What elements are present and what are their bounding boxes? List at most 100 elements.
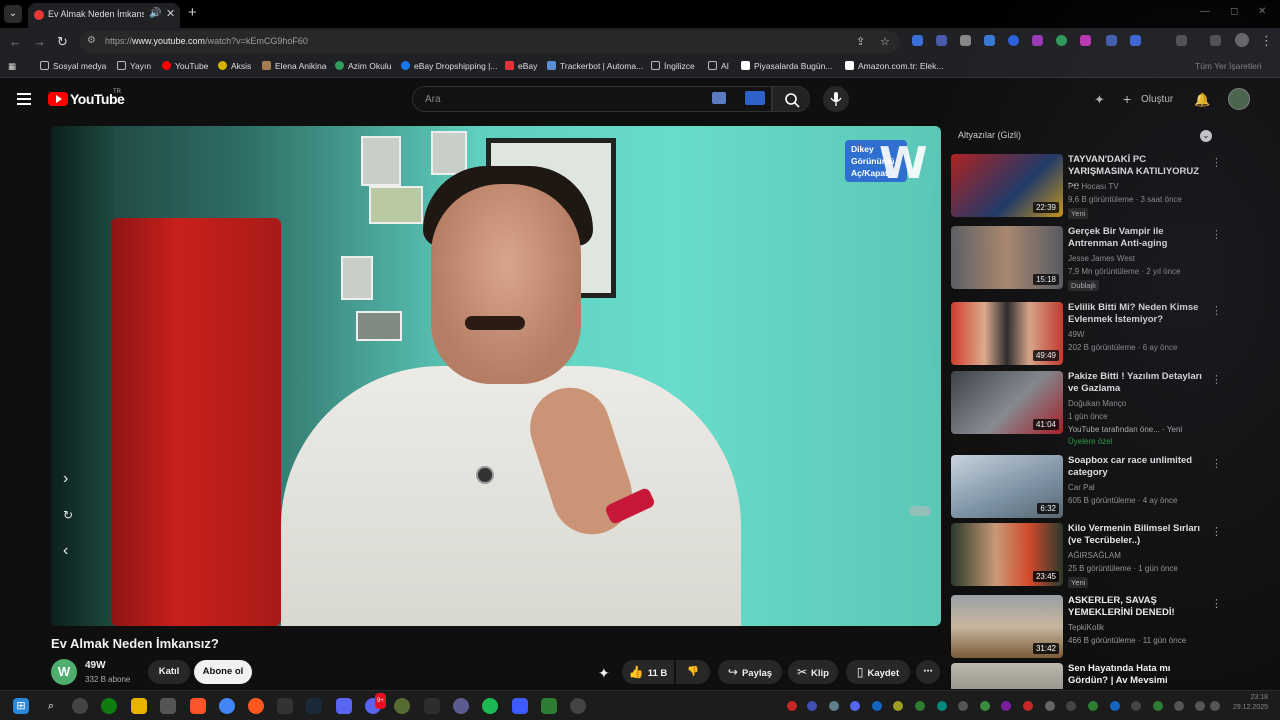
tab-active[interactable]: Ev Almak Neden İmkansız? 🔊 ✕	[28, 3, 180, 28]
app-icon[interactable]	[336, 698, 352, 714]
channel-name[interactable]: TepkiKolik	[1068, 623, 1104, 632]
file-explorer-icon[interactable]	[131, 698, 147, 714]
video-title[interactable]: Kilo Vermenin Bilimsel Sırları (ve Tecrü…	[1068, 523, 1203, 547]
app-icon[interactable]	[453, 698, 469, 714]
app-icon[interactable]	[512, 698, 528, 714]
more-options-icon[interactable]: ⋮	[1211, 304, 1222, 317]
close-window-button[interactable]: ✕	[1258, 6, 1266, 17]
extension-icon[interactable]	[984, 35, 995, 46]
sidebar-item[interactable]: 22:39 TAYVAN'DAKİ PC YARIŞMASINA KATILIY…	[951, 154, 1222, 222]
video-thumbnail[interactable]: 6:32	[951, 455, 1063, 518]
tray-icon[interactable]	[872, 701, 882, 711]
bookmark-item[interactable]: Piyasalarda Bugün...	[741, 61, 832, 71]
forward-arrow-icon[interactable]: →	[33, 34, 46, 49]
maximize-button[interactable]: ◻	[1230, 6, 1238, 17]
chevron-down-icon[interactable]: ⌄	[1200, 130, 1212, 142]
app-icon[interactable]	[541, 698, 557, 714]
bookmark-item[interactable]: Aksis	[218, 61, 251, 71]
discord-icon[interactable]: 9+	[365, 693, 386, 714]
toggle-switch[interactable]	[909, 506, 931, 516]
account-avatar[interactable]	[1228, 88, 1250, 110]
tray-icon[interactable]	[807, 701, 817, 711]
reading-list-icon[interactable]	[1210, 35, 1221, 46]
sidebar-item[interactable]: Sen Hayatında Hata mı Gördün? | Av Mevsi…	[951, 663, 1201, 689]
tab-search-button[interactable]: ⌄	[4, 5, 22, 23]
sidebar-item[interactable]: 31:42 ASKERLER, SAVAŞ YEMEKLERİNİ DENEDİ…	[951, 595, 1222, 663]
video-thumbnail[interactable]: 49:49	[951, 302, 1063, 365]
channel-name[interactable]: 49W	[1068, 330, 1084, 339]
save-button[interactable]: ▯ Kaydet	[846, 660, 910, 684]
replay-icon[interactable]: ↻	[63, 508, 73, 522]
chrome-icon[interactable]	[219, 698, 235, 714]
extension-icon[interactable]	[1056, 35, 1067, 46]
url-text[interactable]: https://www.youtube.com/watch?v=kEmCG9ho…	[105, 36, 308, 46]
video-title[interactable]: Sen Hayatında Hata mı Gördün? | Av Mevsi…	[1068, 663, 1201, 687]
app-icon[interactable]	[72, 698, 88, 714]
next-chevron-icon[interactable]: ›	[63, 470, 68, 488]
tray-icon[interactable]	[829, 701, 839, 711]
channel-name[interactable]: Jesse James West	[1068, 254, 1135, 263]
new-tab-button[interactable]: +	[188, 4, 197, 21]
extension-icon[interactable]	[1080, 35, 1091, 46]
reload-icon[interactable]: ↻	[57, 34, 68, 50]
extension-icon[interactable]	[960, 35, 971, 46]
translate-extension-icon[interactable]	[912, 35, 923, 46]
video-title[interactable]: Evlilik Bitti Mi? Neden Kimse Evlenmek İ…	[1068, 302, 1203, 326]
more-options-icon[interactable]: ⋮	[1211, 156, 1222, 169]
steam-icon[interactable]	[306, 698, 322, 714]
extensions-puzzle-icon[interactable]	[1176, 35, 1187, 46]
profile-avatar[interactable]	[1235, 33, 1249, 47]
extension-icon[interactable]: ✦	[598, 665, 610, 682]
bookmark-item[interactable]: Yayın	[117, 61, 151, 71]
join-button[interactable]: Katıl	[148, 660, 190, 684]
tray-icon[interactable]	[937, 701, 947, 711]
extension-icon[interactable]	[1008, 35, 1019, 46]
system-clock[interactable]: 23:18 29.12.2025	[1226, 693, 1268, 713]
menu-kebab-icon[interactable]: ⋮	[1260, 33, 1273, 49]
channel-name[interactable]: Doğukan Manço	[1068, 399, 1126, 408]
channel-name[interactable]: AĞIRSAĞLAM	[1068, 551, 1121, 560]
tray-icon[interactable]	[893, 701, 903, 711]
share-button[interactable]: ↪ Paylaş	[718, 660, 782, 684]
app-icon[interactable]	[394, 698, 410, 714]
tray-icon[interactable]	[980, 701, 990, 711]
tray-icon[interactable]	[1001, 701, 1011, 711]
tray-icon[interactable]	[1131, 701, 1141, 711]
video-title[interactable]: Soapbox car race unlimited category	[1068, 455, 1203, 479]
bookmark-item[interactable]: Trackerbot | Automa...	[547, 61, 643, 71]
xbox-icon[interactable]	[101, 698, 117, 714]
tray-icon[interactable]	[850, 701, 860, 711]
epic-games-icon[interactable]	[277, 698, 293, 714]
video-title[interactable]: Gerçek Bir Vampir ile Antrenman Anti-agi…	[1068, 226, 1203, 250]
sidebar-item[interactable]: 15:18 Gerçek Bir Vampir ile Antrenman An…	[951, 226, 1222, 294]
extension-puzzle-icon[interactable]: ✦	[1094, 92, 1105, 108]
minimize-button[interactable]: —	[1200, 6, 1210, 17]
sidebar-header[interactable]: Altyazılar (Gizli)	[958, 130, 1021, 140]
microphone-icon[interactable]	[1174, 701, 1184, 711]
bookmark-item[interactable]: eBay Dropshipping |...	[401, 61, 497, 71]
site-info-icon[interactable]: ⚙	[87, 35, 96, 46]
app-icon[interactable]	[424, 698, 440, 714]
bookmark-item[interactable]: AI	[708, 61, 729, 71]
channel-avatar[interactable]: W	[51, 659, 77, 685]
video-thumbnail[interactable]: 23:45	[951, 523, 1063, 586]
like-button[interactable]: 👍 11 B	[622, 660, 674, 684]
more-options-icon[interactable]: ⋮	[1211, 373, 1222, 386]
clip-button[interactable]: ✂ Klip	[788, 660, 838, 684]
bookmark-item[interactable]: Azim Okulu	[335, 61, 391, 71]
tray-icon[interactable]	[1088, 701, 1098, 711]
dislike-button[interactable]: 👎	[676, 660, 710, 684]
video-player[interactable]: Dikey Görünümü Aç/Kapat W › ↻ ‹	[51, 126, 941, 626]
volume-icon[interactable]	[1210, 701, 1220, 711]
bookmark-item[interactable]: Elena Anikina	[262, 61, 327, 71]
translate-icon[interactable]	[745, 91, 765, 105]
sidebar-item[interactable]: 6:32 Soapbox car race unlimited category…	[951, 455, 1222, 523]
video-thumbnail[interactable]: 22:39	[951, 154, 1063, 217]
more-options-icon[interactable]: ⋮	[1211, 457, 1222, 470]
tray-icon[interactable]	[1110, 701, 1120, 711]
brave-icon[interactable]	[190, 698, 206, 714]
tray-icon[interactable]	[1066, 701, 1076, 711]
channel-name[interactable]: Car Pal	[1068, 483, 1095, 492]
audio-playing-icon[interactable]: 🔊	[149, 8, 161, 19]
guide-menu-icon[interactable]	[17, 93, 31, 108]
